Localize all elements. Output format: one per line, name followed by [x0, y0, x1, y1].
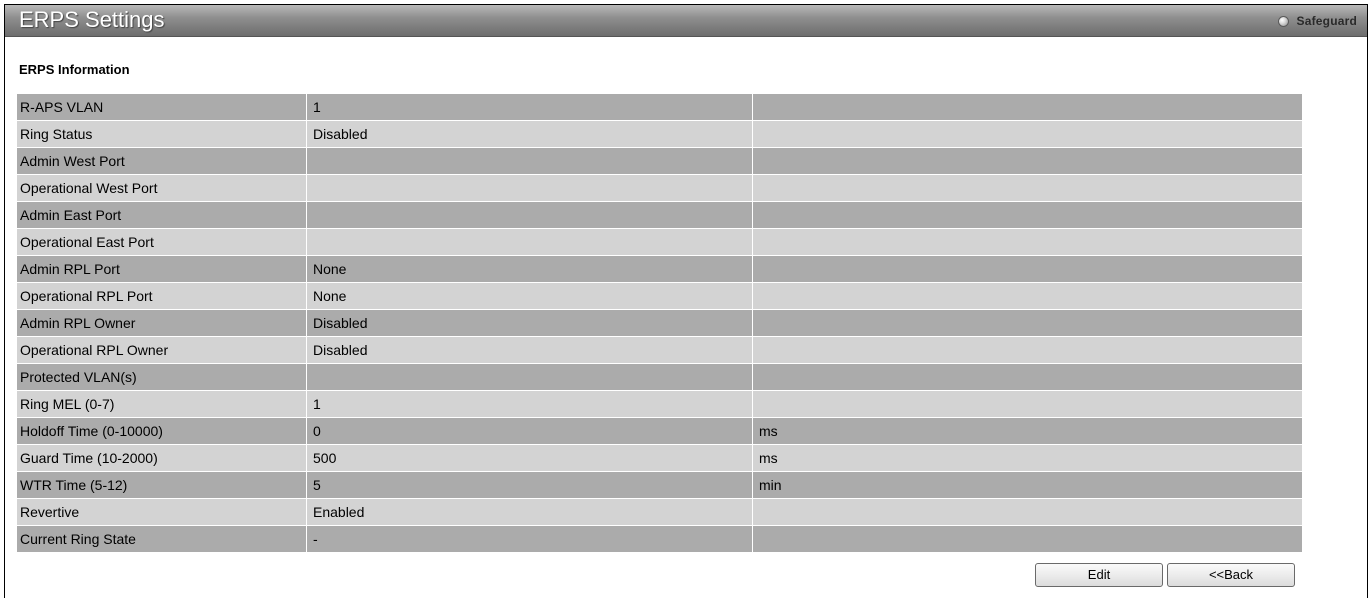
- table-row: Holdoff Time (0-10000) 0 ms: [16, 417, 1303, 445]
- status-dot-icon: [1277, 15, 1289, 27]
- row-value: None: [306, 282, 753, 310]
- table-row: Admin East Port: [16, 201, 1303, 229]
- row-unit: [752, 255, 1303, 283]
- row-unit: ms: [752, 444, 1303, 472]
- row-label: Operational RPL Owner: [16, 336, 307, 364]
- table-row: Admin RPL Port None: [16, 255, 1303, 283]
- table-row: Operational East Port: [16, 228, 1303, 256]
- row-value: [306, 201, 753, 229]
- row-label: Holdoff Time (0-10000): [16, 417, 307, 445]
- row-label: R-APS VLAN: [16, 93, 307, 121]
- table-row: Admin West Port: [16, 147, 1303, 175]
- row-label: Operational RPL Port: [16, 282, 307, 310]
- row-value: [306, 228, 753, 256]
- row-unit: [752, 201, 1303, 229]
- row-value: 5: [306, 471, 753, 499]
- row-unit: [752, 174, 1303, 202]
- table-row: Operational RPL Owner Disabled: [16, 336, 1303, 364]
- table-row: Current Ring State -: [16, 525, 1303, 553]
- row-label: Protected VLAN(s): [16, 363, 307, 391]
- row-unit: [752, 309, 1303, 337]
- table-row: Revertive Enabled: [16, 498, 1303, 526]
- table-row: R-APS VLAN 1: [16, 93, 1303, 121]
- table-row: Operational West Port: [16, 174, 1303, 202]
- table-row: Protected VLAN(s): [16, 363, 1303, 391]
- row-label: Revertive: [16, 498, 307, 526]
- row-label: Admin East Port: [16, 201, 307, 229]
- row-value: 1: [306, 390, 753, 418]
- row-label: Guard Time (10-2000): [16, 444, 307, 472]
- row-value: Enabled: [306, 498, 753, 526]
- row-value: [306, 363, 753, 391]
- row-value: 1: [306, 93, 753, 121]
- row-unit: [752, 282, 1303, 310]
- safeguard-indicator[interactable]: Safeguard: [1277, 14, 1357, 28]
- row-label: WTR Time (5-12): [16, 471, 307, 499]
- row-unit: [752, 363, 1303, 391]
- table-row: Operational RPL Port None: [16, 282, 1303, 310]
- table-row: Ring Status Disabled: [16, 120, 1303, 148]
- row-value: Disabled: [306, 309, 753, 337]
- row-value: None: [306, 255, 753, 283]
- row-label: Admin West Port: [16, 147, 307, 175]
- row-label: Operational East Port: [16, 228, 307, 256]
- row-value: Disabled: [306, 120, 753, 148]
- row-label: Ring Status: [16, 120, 307, 148]
- back-button[interactable]: <<Back: [1167, 563, 1295, 587]
- table-row: Ring MEL (0-7) 1: [16, 390, 1303, 418]
- row-label: Operational West Port: [16, 174, 307, 202]
- row-value: 500: [306, 444, 753, 472]
- title-bar: ERPS Settings Safeguard: [5, 5, 1367, 37]
- row-unit: [752, 147, 1303, 175]
- row-unit: [752, 228, 1303, 256]
- row-label: Admin RPL Owner: [16, 309, 307, 337]
- row-value: [306, 147, 753, 175]
- safeguard-label: Safeguard: [1296, 14, 1357, 28]
- row-label: Ring MEL (0-7): [16, 390, 307, 418]
- row-unit: min: [752, 471, 1303, 499]
- row-value: -: [306, 525, 753, 553]
- table-row: Admin RPL Owner Disabled: [16, 309, 1303, 337]
- row-unit: ms: [752, 417, 1303, 445]
- row-value: Disabled: [306, 336, 753, 364]
- erps-info-table: R-APS VLAN 1 Ring Status Disabled Admin West…: [16, 93, 1303, 553]
- row-unit: [752, 93, 1303, 121]
- row-unit: [752, 336, 1303, 364]
- section-title: ERPS Information: [19, 62, 130, 77]
- row-label: Admin RPL Port: [16, 255, 307, 283]
- row-unit: [752, 390, 1303, 418]
- row-label: Current Ring State: [16, 525, 307, 553]
- edit-button[interactable]: Edit: [1035, 563, 1163, 587]
- row-value: [306, 174, 753, 202]
- row-value: 0: [306, 417, 753, 445]
- row-unit: [752, 120, 1303, 148]
- table-row: WTR Time (5-12) 5 min: [16, 471, 1303, 499]
- row-unit: [752, 525, 1303, 553]
- erps-settings-panel: ERPS Settings Safeguard ERPS Information…: [4, 4, 1368, 598]
- row-unit: [752, 498, 1303, 526]
- page-title: ERPS Settings: [19, 7, 165, 32]
- table-row: Guard Time (10-2000) 500 ms: [16, 444, 1303, 472]
